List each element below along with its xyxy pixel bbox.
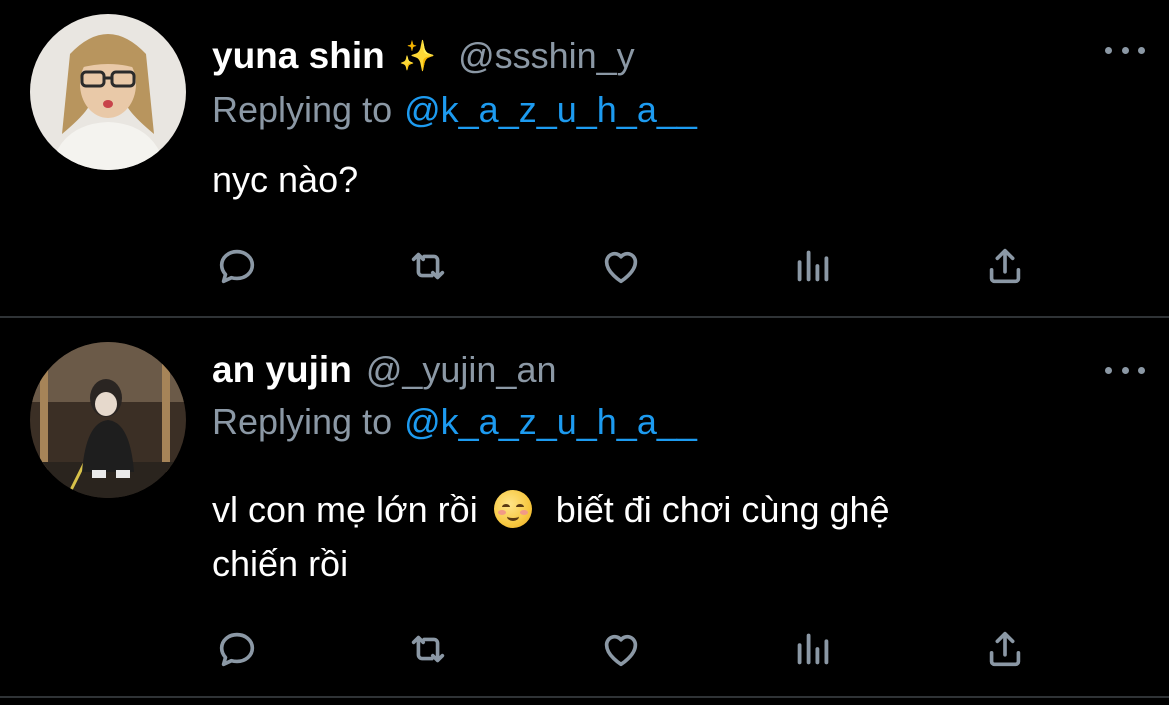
- tweet-text-part: biết đi chơi cùng ghệ: [555, 489, 890, 530]
- display-name[interactable]: an yujin: [212, 349, 352, 391]
- tweet-header: an yujin @_yujin_an: [212, 348, 556, 392]
- like-icon[interactable]: [596, 241, 646, 291]
- avatar[interactable]: [30, 14, 186, 170]
- share-icon[interactable]: [980, 624, 1030, 674]
- user-handle[interactable]: @_yujin_an: [366, 349, 557, 391]
- reply-target-link[interactable]: @k_a_z_u_h_a__: [404, 401, 697, 443]
- tweet-text-line: nyc nào?: [212, 159, 359, 200]
- tweet-text: vl con mẹ lớn rồi biết đi chơi cùng ghệ …: [212, 483, 1112, 591]
- tweet[interactable]: an yujin @_yujin_an Replying to @k_a_z_u…: [0, 318, 1169, 698]
- like-icon[interactable]: [596, 624, 646, 674]
- tweet-header: yuna shin ✨ @ssshin_y: [212, 34, 635, 78]
- tweet[interactable]: yuna shin ✨ @ssshin_y Replying to @k_a_z…: [0, 0, 1169, 318]
- stats-icon[interactable]: [788, 624, 838, 674]
- reply-context: Replying to @k_a_z_u_h_a__: [212, 88, 697, 132]
- action-bar: [0, 241, 1169, 291]
- reply-context: Replying to @k_a_z_u_h_a__: [212, 400, 697, 444]
- reply-icon[interactable]: [212, 241, 262, 291]
- avatar[interactable]: [30, 342, 186, 498]
- smiling-face-blush-emoji: [493, 490, 532, 528]
- retweet-icon[interactable]: [403, 624, 453, 674]
- reply-icon[interactable]: [212, 624, 262, 674]
- tweet-text-line: chiến rồi: [212, 543, 349, 584]
- tweet-text-part: vl con mẹ lớn rồi: [212, 489, 478, 530]
- reply-prefix: Replying to: [212, 89, 393, 130]
- more-icon[interactable]: [1105, 40, 1145, 60]
- reply-prefix: Replying to: [212, 401, 393, 442]
- action-bar: [0, 624, 1169, 674]
- stats-icon[interactable]: [788, 241, 838, 291]
- more-icon[interactable]: [1105, 360, 1145, 380]
- retweet-icon[interactable]: [403, 241, 453, 291]
- display-name[interactable]: yuna shin: [212, 35, 385, 77]
- share-icon[interactable]: [980, 241, 1030, 291]
- sparkles-icon: ✨: [398, 39, 437, 73]
- tweet-text: nyc nào?: [212, 153, 1112, 207]
- reply-target-link[interactable]: @k_a_z_u_h_a__: [404, 89, 697, 131]
- user-handle[interactable]: @ssshin_y: [458, 35, 635, 77]
